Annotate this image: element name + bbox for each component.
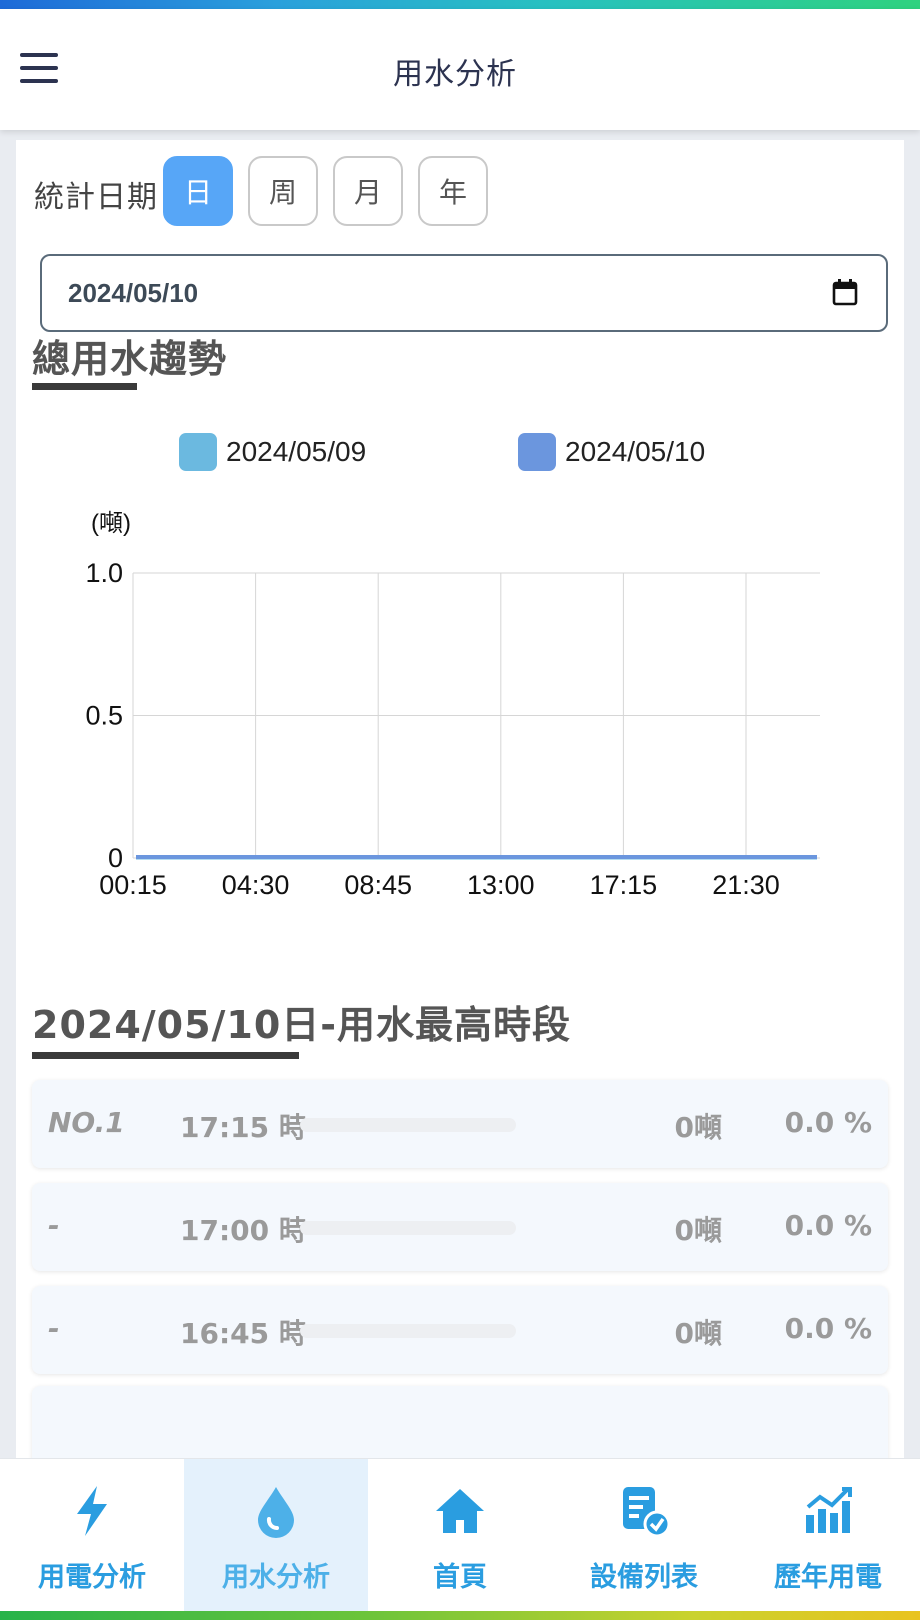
legend-label: 2024/05/10 — [565, 436, 706, 467]
nav-item-4[interactable]: 設備列表 — [552, 1459, 736, 1612]
lightning-icon — [77, 1486, 107, 1536]
content-card: 統計日期 日 周 月 年 2024/05/10 總用水趨勢 2024/05/09… — [16, 140, 904, 1466]
y-tick-label: 1.0 — [85, 558, 123, 588]
nav-label: 用電分析 — [38, 1562, 146, 1593]
x-tick-label: 13:00 — [467, 870, 535, 900]
usage-progress-bar — [300, 1324, 516, 1338]
trend-title-underline — [32, 383, 137, 390]
nav-label: 設備列表 — [590, 1562, 698, 1593]
period-month-button[interactable]: 月 — [333, 156, 403, 226]
nav-item-5[interactable]: 歷年用電 — [736, 1459, 920, 1612]
usage-percent: 0.0 % — [784, 1106, 872, 1139]
x-tick-label: 17:15 — [590, 870, 658, 900]
stat-date-label: 統計日期 — [34, 180, 158, 215]
legend-swatch — [179, 433, 217, 471]
x-tick-label: 00:15 — [99, 870, 167, 900]
legend-label: 2024/05/09 — [226, 436, 367, 467]
bottom-accent-stripe — [0, 1611, 920, 1620]
nav-label: 首頁 — [433, 1562, 487, 1593]
usage-percent: 0.0 % — [784, 1312, 872, 1345]
y-unit-label: (噸) — [91, 510, 131, 537]
rank-label: NO.1 — [48, 1106, 125, 1139]
date-value: 2024/05/10 — [68, 278, 199, 308]
table-row: - 17:00 時 0噸 0.0 % — [32, 1183, 888, 1271]
y-tick-label: 0.5 — [85, 701, 123, 731]
rank-label: - — [48, 1209, 60, 1242]
trend-section-title: 總用水趨勢 — [32, 337, 228, 381]
time-label: 17:00 時 — [180, 1214, 307, 1247]
usage-progress-bar — [300, 1221, 516, 1235]
app-header: 用水分析 — [0, 9, 920, 130]
legend-item[interactable]: 2024/05/09 — [179, 433, 366, 471]
usage-percent: 0.0 % — [784, 1209, 872, 1242]
usage-value: 0噸 — [674, 1111, 722, 1144]
top-accent-stripe — [0, 0, 920, 9]
date-picker-input[interactable]: 2024/05/10 — [40, 254, 888, 332]
legend-swatch — [518, 433, 556, 471]
period-day-button[interactable]: 日 — [163, 156, 233, 226]
nav-label: 用水分析 — [222, 1562, 330, 1593]
calendar-icon[interactable] — [832, 278, 858, 306]
rank-label: - — [48, 1312, 60, 1345]
x-tick-label: 08:45 — [344, 870, 412, 900]
home-icon — [436, 1489, 484, 1533]
usage-value: 0噸 — [674, 1317, 722, 1350]
time-label: 16:45 時 — [180, 1317, 307, 1350]
water-drop-icon — [258, 1487, 294, 1538]
nav-item-1[interactable]: 用電分析 — [0, 1459, 184, 1612]
usage-progress-bar — [300, 1118, 516, 1132]
bar-chart-icon — [806, 1487, 852, 1533]
page-title: 用水分析 — [393, 57, 517, 92]
peak-title-underline — [32, 1052, 299, 1059]
time-label: 17:15 時 — [180, 1111, 307, 1144]
nav-label: 歷年用電 — [774, 1562, 882, 1593]
table-row: - 16:45 時 0噸 0.0 % — [32, 1286, 888, 1374]
nav-item-2[interactable]: 用水分析 — [184, 1459, 368, 1612]
table-row — [32, 1386, 888, 1466]
device-list-icon — [623, 1487, 671, 1538]
period-week-button[interactable]: 周 — [248, 156, 318, 226]
nav-item-3[interactable]: 首頁 — [368, 1459, 552, 1612]
period-year-button[interactable]: 年 — [418, 156, 488, 226]
x-tick-label: 21:30 — [712, 870, 780, 900]
usage-value: 0噸 — [674, 1214, 722, 1247]
water-trend-chart: (噸) 0 0.5 1.0 00:15 04:30 08:45 13:00 17:15 21:30 — [85, 510, 820, 900]
legend-item[interactable]: 2024/05/10 — [518, 433, 705, 471]
peak-section-title: 2024/05/10日-用水最高時段 — [32, 1003, 572, 1047]
y-tick-label: 0 — [108, 843, 123, 873]
table-row: NO.1 17:15 時 0噸 0.0 % — [32, 1080, 888, 1168]
x-tick-label: 04:30 — [222, 870, 290, 900]
bottom-nav: 用電分析 用水分析 首頁 設備列表 歷年用電 — [0, 1458, 920, 1612]
